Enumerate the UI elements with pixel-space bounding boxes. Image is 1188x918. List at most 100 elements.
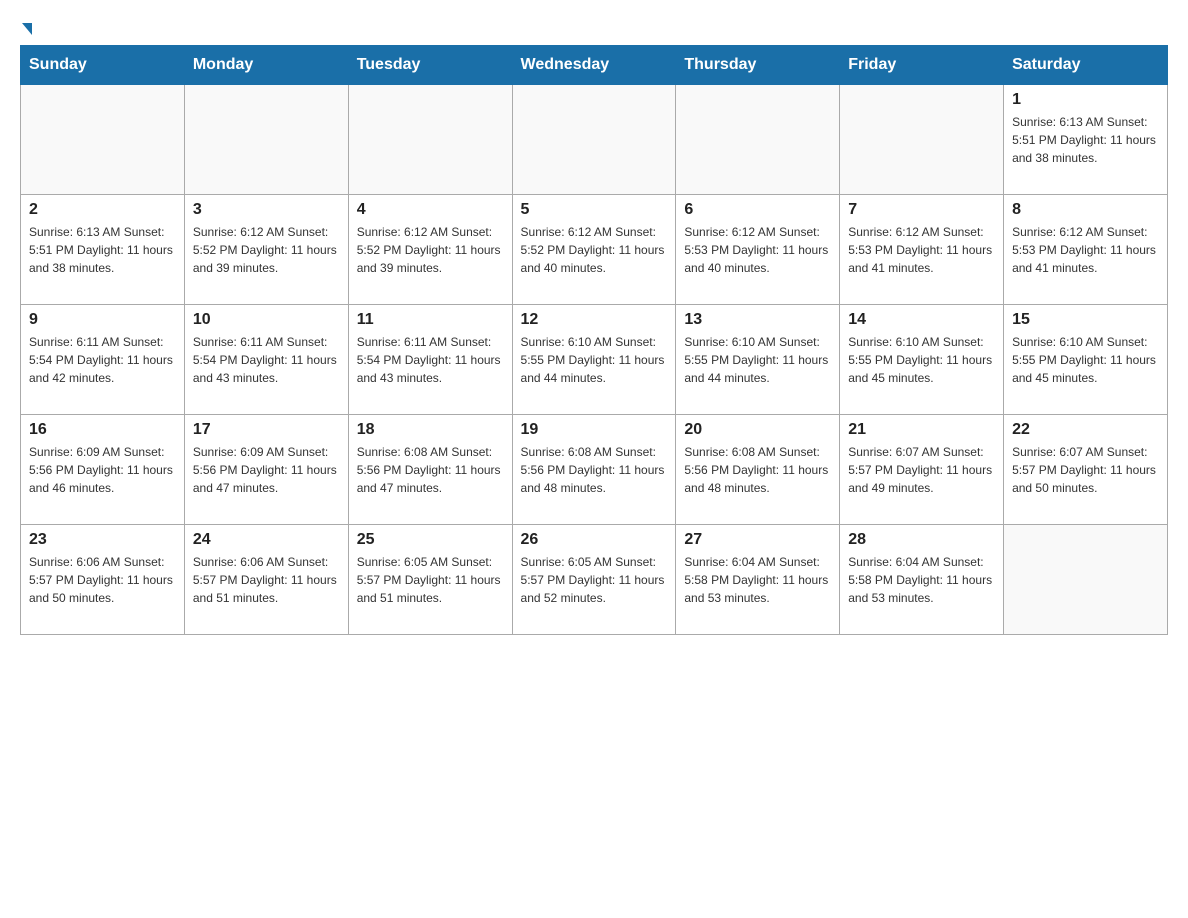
day-info: Sunrise: 6:05 AM Sunset: 5:57 PM Dayligh… — [357, 553, 504, 607]
day-info: Sunrise: 6:11 AM Sunset: 5:54 PM Dayligh… — [357, 333, 504, 387]
day-number: 21 — [848, 421, 995, 439]
day-number: 25 — [357, 531, 504, 549]
calendar-cell: 17Sunrise: 6:09 AM Sunset: 5:56 PM Dayli… — [184, 415, 348, 525]
calendar-cell: 4 Sunrise: 6:12 AM Sunset: 5:52 PM Daylig… — [348, 195, 512, 305]
day-info: Sunrise: 6:12 AM Sunset: 5:53 PM Dayligh… — [1012, 223, 1159, 277]
day-info: Sunrise: 6:07 AM Sunset: 5:57 PM Dayligh… — [848, 443, 995, 497]
day-info: Sunrise: 6:10 AM Sunset: 5:55 PM Dayligh… — [521, 333, 668, 387]
calendar-cell: 15 Sunrise: 6:10 AM Sunset: 5:55 PM Dayli… — [1004, 305, 1168, 415]
day-info: Sunrise: 6:13 AM Sunset: 5:51 PM Dayligh… — [29, 223, 176, 277]
day-number: 10 — [193, 311, 340, 329]
day-info: Sunrise: 6:10 AM Sunset: 5:55 PM Dayligh… — [848, 333, 995, 387]
day-number: 22 — [1012, 421, 1159, 439]
calendar-cell: 27Sunrise: 6:04 AM Sunset: 5:58 PM Dayli… — [676, 525, 840, 635]
calendar-cell: 2Sunrise: 6:13 AM Sunset: 5:51 PM Daylig… — [21, 195, 185, 305]
day-number: 14 — [848, 311, 995, 329]
weekday-header-thursday: Thursday — [676, 46, 840, 85]
day-number: 6 — [684, 201, 831, 219]
calendar-cell: 9 Sunrise: 6:11 AM Sunset: 5:54 PM Daylig… — [21, 305, 185, 415]
day-info: Sunrise: 6:12 AM Sunset: 5:53 PM Dayligh… — [684, 223, 831, 277]
day-number: 16 — [29, 421, 176, 439]
calendar-cell: 20Sunrise: 6:08 AM Sunset: 5:56 PM Dayli… — [676, 415, 840, 525]
day-info: Sunrise: 6:08 AM Sunset: 5:56 PM Dayligh… — [357, 443, 504, 497]
logo — [20, 20, 32, 35]
day-info: Sunrise: 6:12 AM Sunset: 5:52 PM Dayligh… — [193, 223, 340, 277]
weekday-header-saturday: Saturday — [1004, 46, 1168, 85]
calendar-cell: 24 Sunrise: 6:06 AM Sunset: 5:57 PM Dayli… — [184, 525, 348, 635]
calendar-cell: 11 Sunrise: 6:11 AM Sunset: 5:54 PM Dayli… — [348, 305, 512, 415]
day-info: Sunrise: 6:12 AM Sunset: 5:53 PM Dayligh… — [848, 223, 995, 277]
calendar-cell: 28 Sunrise: 6:04 AM Sunset: 5:58 PM Dayli… — [840, 525, 1004, 635]
day-number: 20 — [684, 421, 831, 439]
day-info: Sunrise: 6:10 AM Sunset: 5:55 PM Dayligh… — [1012, 333, 1159, 387]
day-number: 24 — [193, 531, 340, 549]
day-number: 15 — [1012, 311, 1159, 329]
calendar-cell: 21 Sunrise: 6:07 AM Sunset: 5:57 PM Dayli… — [840, 415, 1004, 525]
calendar-cell: 1Sunrise: 6:13 AM Sunset: 5:51 PM Daylig… — [1004, 85, 1168, 195]
day-number: 12 — [521, 311, 668, 329]
day-info: Sunrise: 6:05 AM Sunset: 5:57 PM Dayligh… — [521, 553, 668, 607]
calendar-cell: 13 Sunrise: 6:10 AM Sunset: 5:55 PM Dayli… — [676, 305, 840, 415]
calendar-table: SundayMondayTuesdayWednesdayThursdayFrid… — [20, 45, 1168, 635]
day-info: Sunrise: 6:12 AM Sunset: 5:52 PM Dayligh… — [357, 223, 504, 277]
day-number: 5 — [521, 201, 668, 219]
calendar-cell — [512, 85, 676, 195]
calendar-week-row: 1Sunrise: 6:13 AM Sunset: 5:51 PM Daylig… — [21, 85, 1168, 195]
day-number: 4 — [357, 201, 504, 219]
day-number: 26 — [521, 531, 668, 549]
calendar-cell — [21, 85, 185, 195]
day-number: 19 — [521, 421, 668, 439]
weekday-header-wednesday: Wednesday — [512, 46, 676, 85]
calendar-cell: 7 Sunrise: 6:12 AM Sunset: 5:53 PM Daylig… — [840, 195, 1004, 305]
day-number: 3 — [193, 201, 340, 219]
calendar-cell: 26 Sunrise: 6:05 AM Sunset: 5:57 PM Dayli… — [512, 525, 676, 635]
calendar-header: SundayMondayTuesdayWednesdayThursdayFrid… — [21, 46, 1168, 85]
day-info: Sunrise: 6:10 AM Sunset: 5:55 PM Dayligh… — [684, 333, 831, 387]
day-info: Sunrise: 6:07 AM Sunset: 5:57 PM Dayligh… — [1012, 443, 1159, 497]
calendar-cell: 18 Sunrise: 6:08 AM Sunset: 5:56 PM Dayli… — [348, 415, 512, 525]
weekday-header-row: SundayMondayTuesdayWednesdayThursdayFrid… — [21, 46, 1168, 85]
calendar-week-row: 2Sunrise: 6:13 AM Sunset: 5:51 PM Daylig… — [21, 195, 1168, 305]
calendar-cell — [676, 85, 840, 195]
day-number: 18 — [357, 421, 504, 439]
calendar-cell — [184, 85, 348, 195]
calendar-week-row: 23Sunrise: 6:06 AM Sunset: 5:57 PM Dayli… — [21, 525, 1168, 635]
calendar-cell: 12 Sunrise: 6:10 AM Sunset: 5:55 PM Dayli… — [512, 305, 676, 415]
calendar-cell: 5Sunrise: 6:12 AM Sunset: 5:52 PM Daylig… — [512, 195, 676, 305]
logo-arrow-icon — [22, 23, 32, 35]
day-number: 13 — [684, 311, 831, 329]
day-info: Sunrise: 6:06 AM Sunset: 5:57 PM Dayligh… — [193, 553, 340, 607]
calendar-cell: 10 Sunrise: 6:11 AM Sunset: 5:54 PM Dayli… — [184, 305, 348, 415]
day-info: Sunrise: 6:08 AM Sunset: 5:56 PM Dayligh… — [521, 443, 668, 497]
weekday-header-tuesday: Tuesday — [348, 46, 512, 85]
day-info: Sunrise: 6:09 AM Sunset: 5:56 PM Dayligh… — [193, 443, 340, 497]
day-info: Sunrise: 6:11 AM Sunset: 5:54 PM Dayligh… — [193, 333, 340, 387]
calendar-week-row: 16 Sunrise: 6:09 AM Sunset: 5:56 PM Dayli… — [21, 415, 1168, 525]
calendar-cell — [348, 85, 512, 195]
calendar-week-row: 9 Sunrise: 6:11 AM Sunset: 5:54 PM Daylig… — [21, 305, 1168, 415]
day-info: Sunrise: 6:04 AM Sunset: 5:58 PM Dayligh… — [848, 553, 995, 607]
day-number: 11 — [357, 311, 504, 329]
calendar-cell: 19 Sunrise: 6:08 AM Sunset: 5:56 PM Dayli… — [512, 415, 676, 525]
calendar-cell: 3 Sunrise: 6:12 AM Sunset: 5:52 PM Daylig… — [184, 195, 348, 305]
day-info: Sunrise: 6:06 AM Sunset: 5:57 PM Dayligh… — [29, 553, 176, 607]
calendar-cell: 6 Sunrise: 6:12 AM Sunset: 5:53 PM Daylig… — [676, 195, 840, 305]
day-number: 27 — [684, 531, 831, 549]
weekday-header-monday: Monday — [184, 46, 348, 85]
page-header — [20, 20, 1168, 35]
calendar-body: 1Sunrise: 6:13 AM Sunset: 5:51 PM Daylig… — [21, 85, 1168, 635]
calendar-cell — [1004, 525, 1168, 635]
day-info: Sunrise: 6:11 AM Sunset: 5:54 PM Dayligh… — [29, 333, 176, 387]
day-number: 8 — [1012, 201, 1159, 219]
day-info: Sunrise: 6:09 AM Sunset: 5:56 PM Dayligh… — [29, 443, 176, 497]
day-number: 9 — [29, 311, 176, 329]
day-number: 7 — [848, 201, 995, 219]
day-number: 28 — [848, 531, 995, 549]
calendar-cell: 8 Sunrise: 6:12 AM Sunset: 5:53 PM Daylig… — [1004, 195, 1168, 305]
weekday-header-friday: Friday — [840, 46, 1004, 85]
calendar-cell: 25 Sunrise: 6:05 AM Sunset: 5:57 PM Dayli… — [348, 525, 512, 635]
calendar-cell: 16 Sunrise: 6:09 AM Sunset: 5:56 PM Dayli… — [21, 415, 185, 525]
day-info: Sunrise: 6:13 AM Sunset: 5:51 PM Dayligh… — [1012, 113, 1159, 167]
logo-general-text — [20, 25, 32, 35]
calendar-cell: 14 Sunrise: 6:10 AM Sunset: 5:55 PM Dayli… — [840, 305, 1004, 415]
